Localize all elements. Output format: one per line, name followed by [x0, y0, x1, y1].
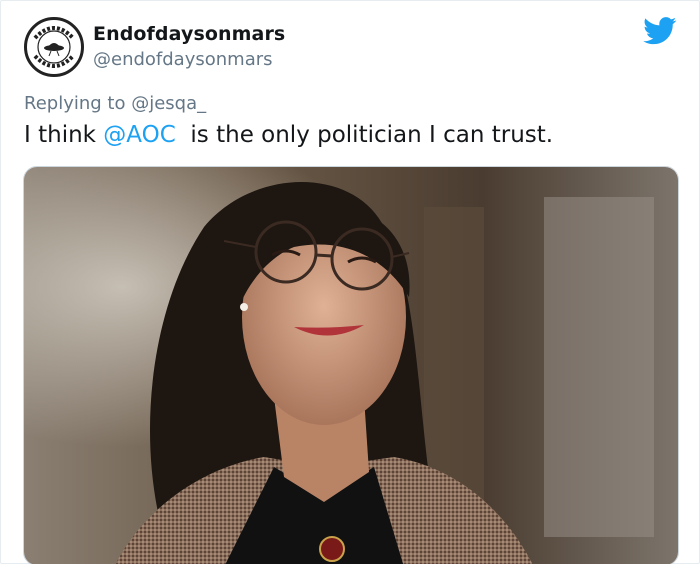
mention-link[interactable]: @AOC: [103, 122, 176, 148]
tweet-photo[interactable]: [23, 166, 679, 564]
twitter-bird-icon[interactable]: [643, 17, 677, 45]
tweet-card: Endofdaysonmars @endofdaysonmars Replyin…: [0, 0, 700, 564]
tweet-text-after: is the only politician I can trust.: [175, 122, 554, 148]
tweet-text-before: I think: [24, 122, 104, 148]
reply-prefix: Replying to: [24, 93, 132, 114]
author-handle[interactable]: @endofdaysonmars: [93, 49, 273, 70]
author-display-name[interactable]: Endofdaysonmars: [93, 23, 285, 45]
reply-context: Replying to @jesqa_: [24, 93, 206, 114]
ufo-badge-icon: [28, 21, 80, 73]
photo-icon: [24, 167, 678, 564]
reply-target-link[interactable]: @jesqa_: [131, 93, 206, 114]
avatar[interactable]: [24, 17, 84, 77]
tweet-text: I think @AOC is the only politician I ca…: [24, 122, 553, 148]
